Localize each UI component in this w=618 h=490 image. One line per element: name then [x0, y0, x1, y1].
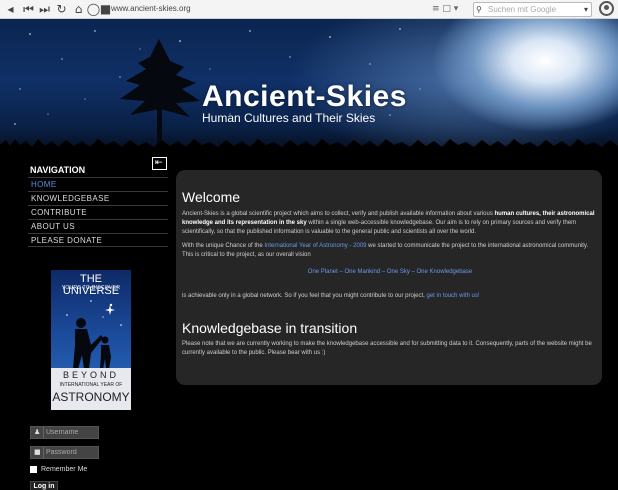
remember-me-checkbox[interactable]: [30, 466, 37, 473]
knowledgebase-heading: Knowledgebase in transition: [182, 320, 358, 336]
contact-text: is achievable only in a global network. …: [182, 293, 427, 299]
password-field[interactable]: ■: [30, 446, 99, 459]
home-icon[interactable]: ⌂: [71, 2, 86, 17]
back-icon[interactable]: ◂: [3, 2, 18, 17]
collapse-sidebar-button[interactable]: ⇤: [152, 157, 167, 170]
nav-item-knowledgebase[interactable]: KNOWLEDGEBASE: [28, 191, 168, 205]
reload-icon[interactable]: ↻: [54, 2, 69, 17]
intro-paragraph: Ancient-Skies is a global scientific pro…: [182, 210, 598, 237]
url-bar[interactable]: www.ancient-skies.org: [111, 3, 191, 15]
banner-line-astronomy: ASTRONOMY: [52, 390, 130, 404]
stargazers-illustration: [66, 300, 122, 369]
navigation-title: NAVIGATION: [30, 165, 86, 175]
get-in-touch-link[interactable]: get in touch with us!: [426, 293, 479, 299]
nav-item-please-donate[interactable]: PLEASE DONATE: [28, 233, 168, 247]
search-placeholder: Suchen mit Google: [488, 5, 557, 14]
page-root: ◂ ⏮ ⏭ ↻ ⌂ ◯ ■ www.ancient-skies.org ≡ □ …: [0, 0, 618, 490]
account-icon[interactable]: [599, 1, 614, 16]
field-separator: [43, 427, 44, 438]
password-input[interactable]: [46, 447, 98, 458]
contact-paragraph: is achievable only in a global network. …: [182, 292, 598, 301]
collapse-arrow-icon: ⇤: [155, 158, 163, 168]
reader-icons[interactable]: ≡ □ ▾: [432, 2, 458, 16]
last-icon[interactable]: ⏭: [37, 2, 52, 17]
login-button[interactable]: Log in: [30, 481, 58, 490]
iya-paragraph: With the unique Chance of the Internatio…: [182, 242, 598, 260]
site-title: Ancient-Skies: [202, 80, 407, 113]
banner-line-discover: YOURS TO DISCOVER: [61, 285, 121, 291]
remember-me-label: Remember Me: [41, 466, 88, 473]
vision-statement: One Planet – One Mankind – One Sky – One…: [307, 269, 473, 275]
site-header: Ancient-Skies Human Cultures and Their S…: [0, 19, 618, 157]
banner-line-beyond: BEYOND: [62, 370, 119, 380]
search-icon: ⚲: [476, 5, 482, 14]
nav-item-contribute[interactable]: CONTRIBUTE: [28, 205, 168, 219]
nav-item-home[interactable]: HOME: [28, 177, 168, 191]
user-icon: ♟: [34, 428, 41, 436]
iya-text-a: With the unique Chance of the: [182, 243, 265, 249]
username-field[interactable]: ♟: [30, 426, 99, 439]
first-icon[interactable]: ⏮: [21, 2, 36, 17]
iya-banner[interactable]: THE UNIVERSE YOURS TO DISCOVER BEYOND IN…: [51, 270, 131, 410]
transition-paragraph: Please note that we are currently workin…: [182, 341, 592, 356]
navigation-menu: HOME KNOWLEDGEBASE CONTRIBUTE ABOUT US P…: [28, 177, 168, 247]
search-box[interactable]: ⚲ Suchen mit Google ▾: [473, 2, 592, 17]
site-subtitle: Human Cultures and Their Skies: [202, 111, 376, 125]
grass-silhouette: [0, 139, 618, 157]
browser-toolbar: ◂ ⏮ ⏭ ↻ ⌂ ◯ ■ www.ancient-skies.org ≡ □ …: [0, 0, 618, 19]
banner-line-iya: INTERNATIONAL YEAR OF: [59, 382, 123, 388]
intro-text-a: Ancient-Skies is a global scientific pro…: [182, 211, 495, 217]
iya-2009-link[interactable]: International Year of Astronomy - 2009: [264, 243, 366, 249]
welcome-heading: Welcome: [182, 189, 241, 205]
chevron-down-icon[interactable]: ▾: [584, 3, 588, 16]
nav-item-about-us[interactable]: ABOUT US: [28, 219, 168, 233]
username-input[interactable]: [46, 427, 98, 438]
lock-icon: ■: [34, 448, 41, 456]
field-separator: [43, 447, 44, 458]
